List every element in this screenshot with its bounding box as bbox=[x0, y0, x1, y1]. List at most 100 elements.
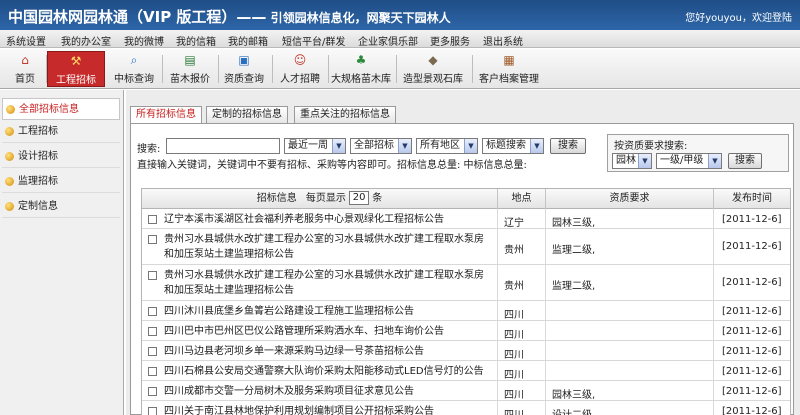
menu-bar: 系统设置 我的办公室 我的微博 我的信箱 我的邮箱 短信平台/群发 企业家俱乐部… bbox=[0, 30, 800, 48]
table-row[interactable]: 四川沐川县底堡乡鱼箐岩公路建设工程施工监理招标公告 四川 [2011-12-6] bbox=[142, 301, 790, 321]
row-time: [2011-12-6] bbox=[722, 386, 782, 397]
region-select[interactable]: 所有地区 ▼ bbox=[416, 138, 478, 154]
row-checkbox[interactable] bbox=[148, 271, 157, 280]
row-checkbox[interactable] bbox=[148, 407, 157, 415]
row-title-link[interactable]: 四川沐川县底堡乡鱼箐岩公路建设工程施工监理招标公告 bbox=[164, 306, 414, 317]
row-location: 四川 bbox=[498, 381, 546, 400]
people-icon: ☺ bbox=[293, 53, 307, 67]
row-requirement: 设计二级, bbox=[546, 401, 714, 415]
row-location: 辽宁 bbox=[498, 209, 546, 228]
search-input[interactable] bbox=[166, 138, 280, 154]
category-select[interactable]: 全部招标 ▼ bbox=[350, 138, 412, 154]
search-button[interactable]: 搜索 bbox=[550, 138, 586, 154]
row-time: [2011-12-6] bbox=[722, 241, 782, 252]
menu-item-my-weibo[interactable]: 我的微博 bbox=[124, 33, 164, 48]
toolbar-seedling-price-button[interactable]: ▤ 苗木报价 bbox=[166, 51, 214, 87]
row-location: 贵州 bbox=[498, 265, 546, 300]
toolbar-award-query-button[interactable]: ⌕ 中标查询 bbox=[110, 51, 158, 87]
sidebar-item-design-bidding[interactable]: 设计招标 bbox=[2, 146, 120, 168]
row-checkbox[interactable] bbox=[148, 307, 157, 316]
period-select[interactable]: 最近一周 ▼ bbox=[284, 138, 346, 154]
table-header: 招标信息 每页显示 20 条 地点 资质要求 发布时间 bbox=[142, 189, 790, 209]
toolbar-home-button[interactable]: ⌂ 首页 bbox=[8, 51, 42, 87]
row-title-link[interactable]: 贵州习水县城供水改扩建工程办公室的习水县城供水改扩建工程取水泵房和加压泵站土建监… bbox=[164, 234, 484, 260]
tree-icon: ♣ bbox=[355, 53, 367, 67]
tab-all-bidding[interactable]: 所有招标信息 bbox=[130, 106, 202, 124]
table-row[interactable]: 贵州习水县城供水改扩建工程办公室的习水县城供水改扩建工程取水泵房和加压泵站土建监… bbox=[142, 265, 790, 301]
menu-item-entrepreneur-club[interactable]: 企业家俱乐部 bbox=[358, 33, 418, 48]
app-title-text: 中国园林网园林通（VIP 版工程）—— bbox=[8, 8, 267, 26]
tab-focused-bidding[interactable]: 重点关注的招标信息 bbox=[294, 106, 396, 123]
main-content: 所有招标信息 定制的招标信息 重点关注的招标信息 搜索: 最近一周 ▼ 全部招标 ▼… bbox=[126, 90, 800, 415]
per-page-input[interactable]: 20 bbox=[349, 191, 370, 205]
price-icon: ▤ bbox=[184, 53, 196, 67]
table-row[interactable]: 四川石棉县公安局交通警察大队询价采购太阳能移动式LED信号灯的公告 四川 [20… bbox=[142, 361, 790, 381]
menu-item-my-inbox[interactable]: 我的信箱 bbox=[176, 33, 216, 48]
search-area: 搜索: 最近一周 ▼ 全部招标 ▼ 所有地区 ▼ 标题搜索 ▼ 搜索 直接输入关键词，关… bbox=[137, 130, 597, 171]
table-row[interactable]: 四川成都市交警一分局树木及服务采购项目征求意见公告 四川 园林三级, [2011… bbox=[142, 381, 790, 401]
row-title-link[interactable]: 四川巴中市巴州区巴仪公路管理所采购洒水车、扫地车询价公告 bbox=[164, 326, 444, 337]
row-title-link[interactable]: 四川关于南江县林地保护利用规划编制项目公开招标采购公告 bbox=[164, 406, 434, 415]
row-requirement: 园林三级, bbox=[546, 209, 714, 228]
app-slogan: 引领园林信息化，网聚天下园林人 bbox=[266, 11, 451, 25]
row-time: [2011-12-6] bbox=[722, 366, 782, 377]
row-checkbox[interactable] bbox=[148, 387, 157, 396]
row-checkbox[interactable] bbox=[148, 235, 157, 244]
row-requirement bbox=[546, 301, 714, 320]
row-title-link[interactable]: 四川马边县老河坝乡单一来源采购马边绿一号茶苗招标公告 bbox=[164, 346, 424, 357]
bullet-icon bbox=[5, 177, 14, 186]
chevron-down-icon: ▼ bbox=[530, 139, 543, 153]
table-row[interactable]: 四川巴中市巴州区巴仪公路管理所采购洒水车、扫地车询价公告 四川 [2011-12… bbox=[142, 321, 790, 341]
row-title-link[interactable]: 贵州习水县城供水改扩建工程办公室的习水县城供水改扩建工程取水泵房和加压泵站土建监… bbox=[164, 270, 484, 296]
bullet-icon bbox=[6, 105, 15, 114]
menu-item-my-mailbox[interactable]: 我的邮箱 bbox=[228, 33, 268, 48]
tab-custom-bidding[interactable]: 定制的招标信息 bbox=[206, 106, 288, 123]
row-requirement: 监理二级, bbox=[546, 229, 714, 264]
welcome-text: 您好youyou，欢迎登陆 bbox=[685, 13, 792, 24]
table-row[interactable]: 四川关于南江县林地保护利用规划编制项目公开招标采购公告 四川 设计二级, [20… bbox=[142, 401, 790, 415]
sidebar-item-all-bidding[interactable]: 全部招标信息 bbox=[2, 98, 120, 120]
row-checkbox[interactable] bbox=[148, 367, 157, 376]
sidebar-item-engineering-bidding[interactable]: 工程招标 bbox=[2, 121, 120, 143]
row-title-link[interactable]: 四川成都市交警一分局树木及服务采购项目征求意见公告 bbox=[164, 386, 414, 397]
hammer-icon: ⚒ bbox=[70, 54, 82, 68]
toolbar-large-seedling-db-button[interactable]: ♣ 大规格苗木库 bbox=[330, 51, 392, 87]
row-title-link[interactable]: 辽宁本溪市溪湖区社会福利养老服务中心景观绿化工程招标公告 bbox=[164, 214, 444, 225]
app-title: 中国园林网园林通（VIP 版工程）—— 引领园林信息化，网聚天下园林人 bbox=[8, 6, 451, 27]
search-hint: 直接输入关键词，关键词中不要有招标、采购等内容即可。招标信息总量: 中标信息总量… bbox=[137, 160, 527, 171]
toolbar-qualification-query-button[interactable]: ▣ 资质查询 bbox=[220, 51, 268, 87]
qualification-search-button[interactable]: 搜索 bbox=[728, 153, 762, 169]
toolbar-bidding-button[interactable]: ⚒ 工程招标 bbox=[47, 51, 105, 87]
row-checkbox[interactable] bbox=[148, 327, 157, 336]
row-requirement: 园林三级, bbox=[546, 381, 714, 400]
search-mode-select[interactable]: 标题搜索 ▼ bbox=[482, 138, 544, 154]
toolbar-landscape-stone-db-button[interactable]: ◆ 造型景观石库 bbox=[400, 51, 466, 87]
row-requirement bbox=[546, 361, 714, 380]
menu-item-my-office[interactable]: 我的办公室 bbox=[61, 33, 111, 48]
chevron-down-icon: ▼ bbox=[464, 139, 477, 153]
row-requirement bbox=[546, 341, 714, 360]
query-icon: ⌕ bbox=[130, 53, 138, 67]
sidebar-item-supervision-bidding[interactable]: 监理招标 bbox=[2, 171, 120, 193]
table-row[interactable]: 四川马边县老河坝乡单一来源采购马边绿一号茶苗招标公告 四川 [2011-12-6… bbox=[142, 341, 790, 361]
toolbar-recruitment-button[interactable]: ☺ 人才招聘 bbox=[276, 51, 324, 87]
row-time: [2011-12-6] bbox=[722, 406, 782, 415]
menu-item-logout[interactable]: 退出系统 bbox=[483, 33, 523, 48]
table-row[interactable]: 辽宁本溪市溪湖区社会福利养老服务中心景观绿化工程招标公告 辽宁 园林三级, [2… bbox=[142, 209, 790, 229]
toolbar-customer-archive-button[interactable]: ▦ 客户档案管理 bbox=[476, 51, 542, 87]
menu-item-sms-platform[interactable]: 短信平台/群发 bbox=[282, 33, 345, 48]
row-location: 四川 bbox=[498, 401, 546, 415]
row-location: 四川 bbox=[498, 321, 546, 340]
row-location: 贵州 bbox=[498, 229, 546, 264]
menu-item-more-services[interactable]: 更多服务 bbox=[430, 33, 470, 48]
row-checkbox[interactable] bbox=[148, 347, 157, 356]
table-row[interactable]: 贵州习水县城供水改扩建工程办公室的习水县城供水改扩建工程取水泵房和加压泵站土建监… bbox=[142, 229, 790, 265]
qualification-type-select[interactable]: 园林 ▼ bbox=[612, 153, 652, 169]
archive-icon: ▦ bbox=[503, 53, 515, 67]
row-title-link[interactable]: 四川石棉县公安局交通警察大队询价采购太阳能移动式LED信号灯的公告 bbox=[164, 366, 484, 377]
row-checkbox[interactable] bbox=[148, 215, 157, 224]
qualification-level-select[interactable]: 一级/甲级 ▼ bbox=[656, 153, 722, 169]
row-time: [2011-12-6] bbox=[722, 326, 782, 337]
menu-item-system-settings[interactable]: 系统设置 bbox=[6, 33, 46, 48]
sidebar-item-custom-info[interactable]: 定制信息 bbox=[2, 196, 120, 218]
